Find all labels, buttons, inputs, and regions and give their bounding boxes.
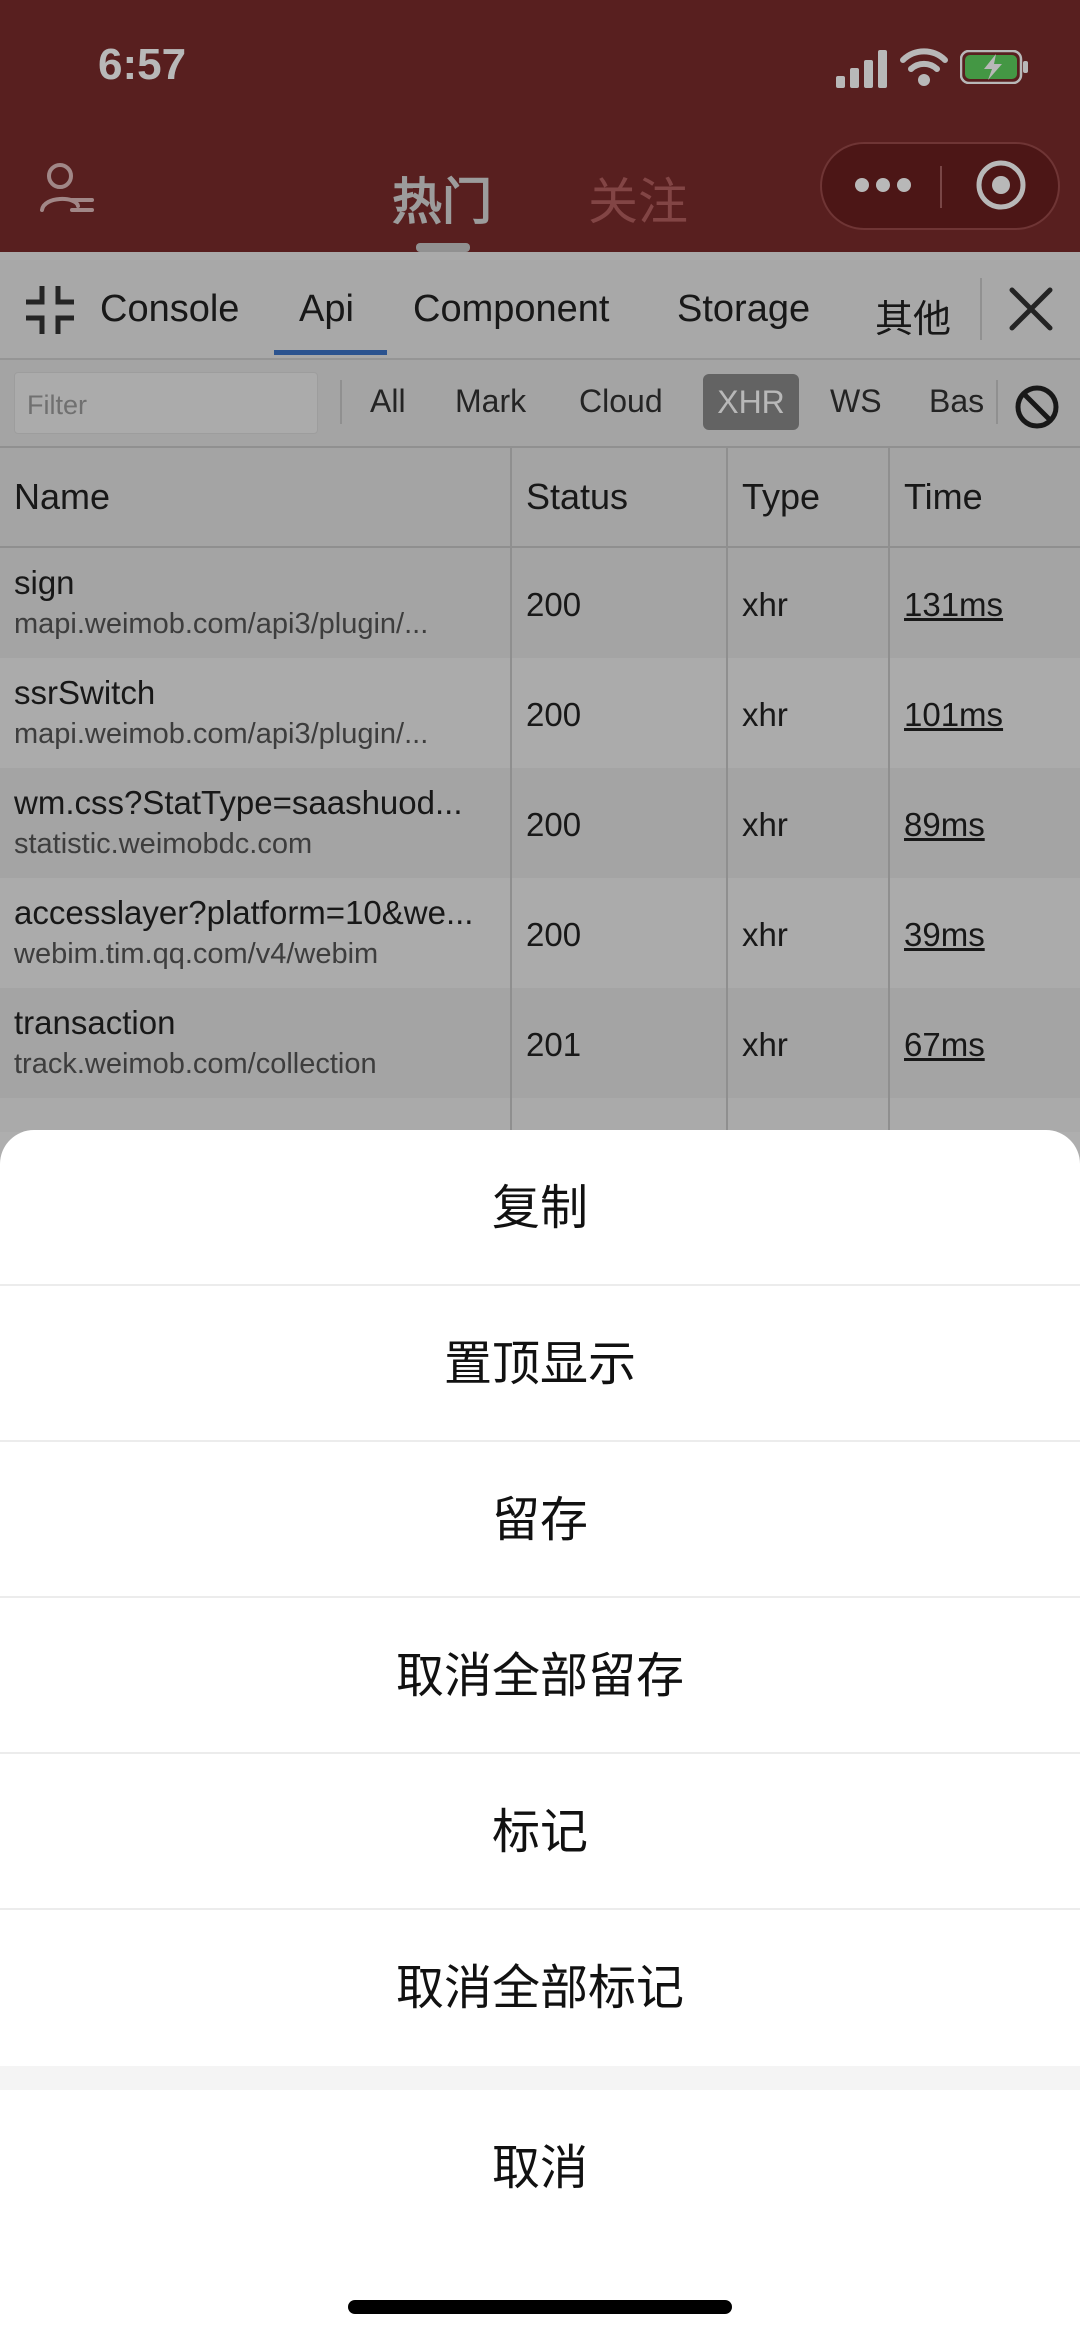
home-indicator — [348, 2300, 732, 2314]
action-pin-top[interactable]: 置顶显示 — [0, 1286, 1080, 1442]
action-mark[interactable]: 标记 — [0, 1754, 1080, 1910]
action-copy[interactable]: 复制 — [0, 1130, 1080, 1286]
sheet-separator — [0, 2066, 1080, 2090]
action-unmark-all[interactable]: 取消全部标记 — [0, 1910, 1080, 2066]
action-sheet: 复制 置顶显示 留存 取消全部留存 标记 取消全部标记 取消 — [0, 1130, 1080, 2337]
cancel-button[interactable]: 取消 — [0, 2090, 1080, 2246]
action-unkeep-all[interactable]: 取消全部留存 — [0, 1598, 1080, 1754]
action-keep[interactable]: 留存 — [0, 1442, 1080, 1598]
